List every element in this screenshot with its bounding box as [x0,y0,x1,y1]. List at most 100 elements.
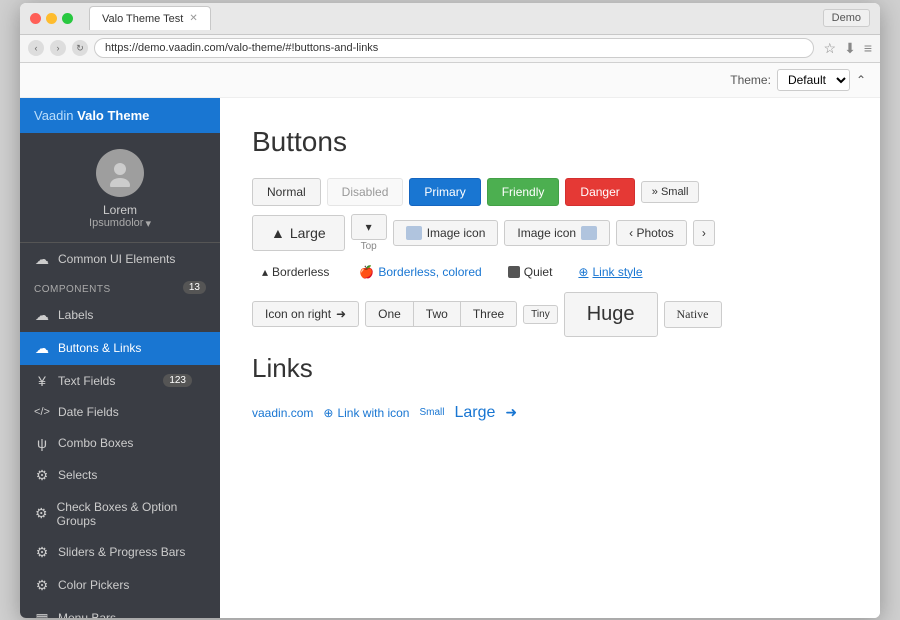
borderless-colored-button[interactable]: 🍎 Borderless, colored [345,260,491,284]
link-style-button[interactable]: ⊕ Link style [568,260,652,284]
theme-section: Theme: Default ⌃ [20,63,880,98]
menu-icon[interactable]: ≡ [864,40,872,57]
sidebar-item-selects[interactable]: ⚙ Selects [20,459,220,492]
image-icon-button-2[interactable]: Image icon [504,220,610,246]
button-row-3: ▴ Borderless 🍎 Borderless, colored Quiet… [252,260,848,284]
friendly-button[interactable]: Friendly [487,178,560,206]
app-layout: Vaadin Valo Theme Lorem Ipsumdolor ▾ ☁ [20,98,880,618]
image-icon-button-1[interactable]: Image icon [393,220,499,246]
button-row-4: Icon on right ➜ One Two Three Tiny Huge … [252,292,848,337]
link-arrow-icon[interactable]: ➜ [505,404,517,421]
minimize-button[interactable] [46,13,57,24]
top-button-group: ▾ Top [351,214,387,252]
sidebar-item-label: Combo Boxes [58,436,133,450]
download-icon[interactable]: ⬇ [844,40,856,57]
large-link[interactable]: Large [455,404,496,422]
nav-right-button[interactable]: › [693,220,715,246]
colorpickers-icon: ⚙ [34,577,50,594]
huge-button[interactable]: Huge [564,292,658,337]
theme-chevron-icon: ⌃ [856,73,866,87]
sidebar-item-colorpickers[interactable]: ⚙ Color Pickers [20,569,220,602]
three-button[interactable]: Three [460,301,517,327]
avatar [96,149,144,197]
sidebar-item-label: Labels [58,308,93,322]
cloud-icon: ☁ [34,251,50,268]
user-dropdown-icon[interactable]: ▾ [145,217,151,230]
borderless-button[interactable]: ▴ Borderless [252,260,339,284]
danger-button[interactable]: Danger [565,178,634,206]
address-input[interactable] [94,38,814,58]
tiny-button[interactable]: Tiny [523,305,558,324]
icon-on-right-button[interactable]: Icon on right ➜ [252,301,359,327]
disabled-button: Disabled [327,178,404,206]
sidebar-item-label: Sliders & Progress Bars [58,545,185,559]
components-badge: 13 [183,281,206,294]
one-two-three-group: One Two Three [365,301,517,327]
tab-label: Valo Theme Test [102,13,183,25]
large-button[interactable]: ▲ Large [252,215,345,251]
refresh-button[interactable]: ↻ [72,40,88,56]
forward-button[interactable]: › [50,40,66,56]
sidebar-item-label: Check Boxes & Option Groups [57,500,206,528]
textfields-badge: 123 [163,374,192,387]
selects-icon: ⚙ [34,467,50,484]
bookmark-icon[interactable]: ☆ [824,40,837,57]
close-button[interactable] [30,13,41,24]
maximize-button[interactable] [62,13,73,24]
sidebar-item-datefields[interactable]: </> Date Fields [20,397,220,427]
native-button[interactable]: Native [664,301,722,328]
vaadin-link[interactable]: vaadin.com [252,406,313,420]
tab-close-icon[interactable]: ✕ [189,13,197,24]
combo-icon: ψ [34,435,50,451]
sidebar-item-menubars[interactable]: ▦ Menu Bars [20,602,220,618]
large-chevron-icon: ▲ [271,225,285,241]
photos-button[interactable]: ‹ Photos [616,220,687,246]
normal-button[interactable]: Normal [252,178,321,206]
browser-window: Valo Theme Test ✕ Demo ‹ › ↻ ☆ ⬇ ≡ Theme… [20,3,880,618]
quiet-icon [508,266,520,278]
page-title: Buttons [252,126,848,158]
date-icon: </> [34,406,50,418]
sidebar-item-label: Buttons & Links [58,341,141,355]
links-title: Links [252,353,848,384]
borderless-chevron-icon: ▴ [262,265,268,279]
image-placeholder-2 [581,226,597,240]
link-with-icon[interactable]: ⊕ Link with icon [323,406,409,420]
one-button[interactable]: One [365,301,414,327]
menu-icon: ▦ [34,610,50,618]
top-button[interactable]: ▾ [351,214,387,240]
quiet-button[interactable]: Quiet [498,260,563,284]
sidebar-item-comboboxes[interactable]: ψ Combo Boxes [20,427,220,459]
user-name: Lorem [103,203,137,217]
components-section-label: Components [20,276,125,299]
link-icon: ⊕ [323,406,333,420]
checkboxes-icon: ⚙ [34,505,49,522]
sidebar-item-sliders[interactable]: ⚙ Sliders & Progress Bars [20,536,220,569]
demo-button[interactable]: Demo [823,9,870,27]
sidebar-item-label: Text Fields [58,374,115,388]
sidebar-item-buttons[interactable]: ☁ Buttons & Links [20,332,220,365]
address-bar: ‹ › ↻ ☆ ⬇ ≡ [20,35,880,63]
sidebar-item-checkboxes[interactable]: ⚙ Check Boxes & Option Groups [20,492,220,536]
back-button[interactable]: ‹ [28,40,44,56]
small-link[interactable]: Small [419,407,444,418]
button-row-1: Normal Disabled Primary Friendly Danger … [252,178,848,206]
sidebar-item-label: Selects [58,468,97,482]
labels-icon: ☁ [34,307,50,324]
primary-button[interactable]: Primary [409,178,480,206]
sidebar-item-textfields[interactable]: ¥ Text Fields 123 [20,365,220,397]
brand-bold: Valo Theme [77,108,149,123]
small-button[interactable]: » Small [641,181,700,203]
browser-titlebar: Valo Theme Test ✕ Demo [20,3,880,35]
traffic-lights [30,13,73,24]
sidebar-item-label: Color Pickers [58,578,129,592]
two-button[interactable]: Two [414,301,460,327]
sidebar-item-labels[interactable]: ☁ Labels [20,299,220,332]
sidebar-header: Vaadin Valo Theme [20,98,220,133]
textfields-icon: ¥ [34,373,50,389]
browser-tab[interactable]: Valo Theme Test ✕ [89,6,211,30]
main-content: Buttons Normal Disabled Primary Friendly… [220,98,880,618]
sidebar-item-common[interactable]: ☁ Common UI Elements [20,243,220,276]
tab-bar: Valo Theme Test ✕ [89,6,817,30]
theme-select[interactable]: Default [777,69,850,91]
